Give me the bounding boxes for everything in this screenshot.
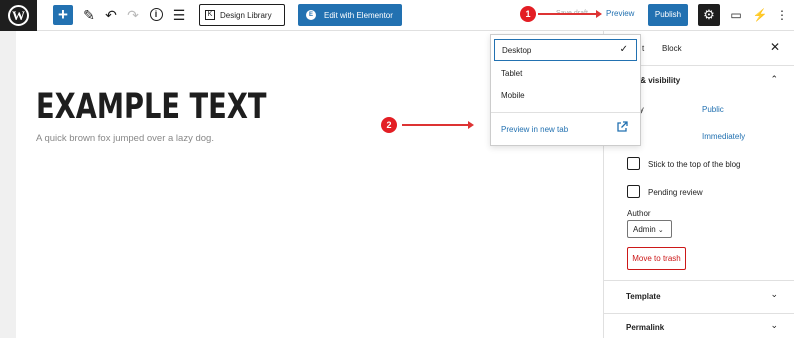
chevron-down-icon: ⌄ [657,227,664,234]
details-info-icon[interactable]: i [147,6,165,24]
list-view-icon[interactable]: ☰ [170,6,188,24]
stick-to-top-checkbox[interactable] [627,157,640,170]
design-library-button[interactable]: K Design Library [199,4,285,26]
chevron-up-icon[interactable]: ⌃ [770,74,778,85]
menu-item-tablet[interactable]: Tablet [491,63,640,85]
publish-button[interactable]: Publish [648,4,688,26]
menu-item-mobile[interactable]: Mobile [491,85,640,107]
stick-to-top-label: Stick to the top of the blog [648,160,741,169]
publish-date-value[interactable]: Immediately [702,132,745,141]
preview-dropdown-menu: Desktop ✓ Tablet Mobile Preview in new t… [490,34,641,146]
elementor-label: Edit with Elementor [324,10,393,20]
pending-review-checkbox[interactable] [627,185,640,198]
settings-gear-icon[interactable]: ⚙ [698,4,720,26]
author-select[interactable]: Admin ⌄ [627,220,672,238]
kadence-icon: K [205,10,215,20]
undo-icon[interactable]: ↶ [102,6,120,24]
plugin-icon[interactable]: ⚡ [751,6,769,24]
pencil-tools-icon[interactable]: ✎ [80,6,98,24]
divider [604,313,794,314]
chevron-down-icon[interactable]: ⌄ [770,289,778,300]
tab-post[interactable]: t [642,44,644,53]
add-block-button[interactable]: + [53,5,73,25]
editor-toolbar: W + ✎ ↶ ↷ i ☰ K Design Library E Edit wi… [0,0,794,31]
divider [604,280,794,281]
post-heading[interactable]: EXAMPLE TEXT [36,87,267,127]
preview-button[interactable]: Preview [606,9,634,18]
design-library-label: Design Library [220,10,272,20]
more-options-icon[interactable]: ⋮ [773,6,791,24]
annotation-badge-2: 2 [381,117,397,133]
post-paragraph[interactable]: A quick brown fox jumped over a lazy dog… [36,133,214,144]
preview-in-new-tab-link[interactable]: Preview in new tab [501,125,568,134]
external-link-icon[interactable] [616,121,628,133]
jetpack-edit-icon[interactable]: ▭ [727,6,745,24]
menu-item-desktop[interactable]: Desktop ✓ [494,39,637,61]
chevron-down-icon[interactable]: ⌄ [770,320,778,331]
edit-with-elementor-button[interactable]: E Edit with Elementor [298,4,402,26]
divider [491,112,640,113]
close-icon[interactable]: ✕ [770,40,780,54]
template-heading[interactable]: Template [626,292,661,301]
pending-review-label: Pending review [648,188,703,197]
redo-icon[interactable]: ↷ [124,6,142,24]
wordpress-icon: W [8,5,29,26]
tab-block[interactable]: Block [662,44,682,53]
desktop-label: Desktop [502,46,532,55]
permalink-heading[interactable]: Permalink [626,323,664,332]
annotation-badge-1: 1 [520,6,536,22]
checkmark-icon: ✓ [619,44,628,55]
annotation-arrow-1 [538,10,602,18]
wordpress-logo-button[interactable]: W [0,0,37,31]
author-value: Admin [633,225,656,234]
visibility-value[interactable]: Public [702,105,724,114]
move-to-trash-button[interactable]: Move to trash [627,247,686,270]
annotation-arrow-2 [402,121,474,129]
elementor-icon: E [306,10,316,20]
author-label: Author [627,209,651,218]
